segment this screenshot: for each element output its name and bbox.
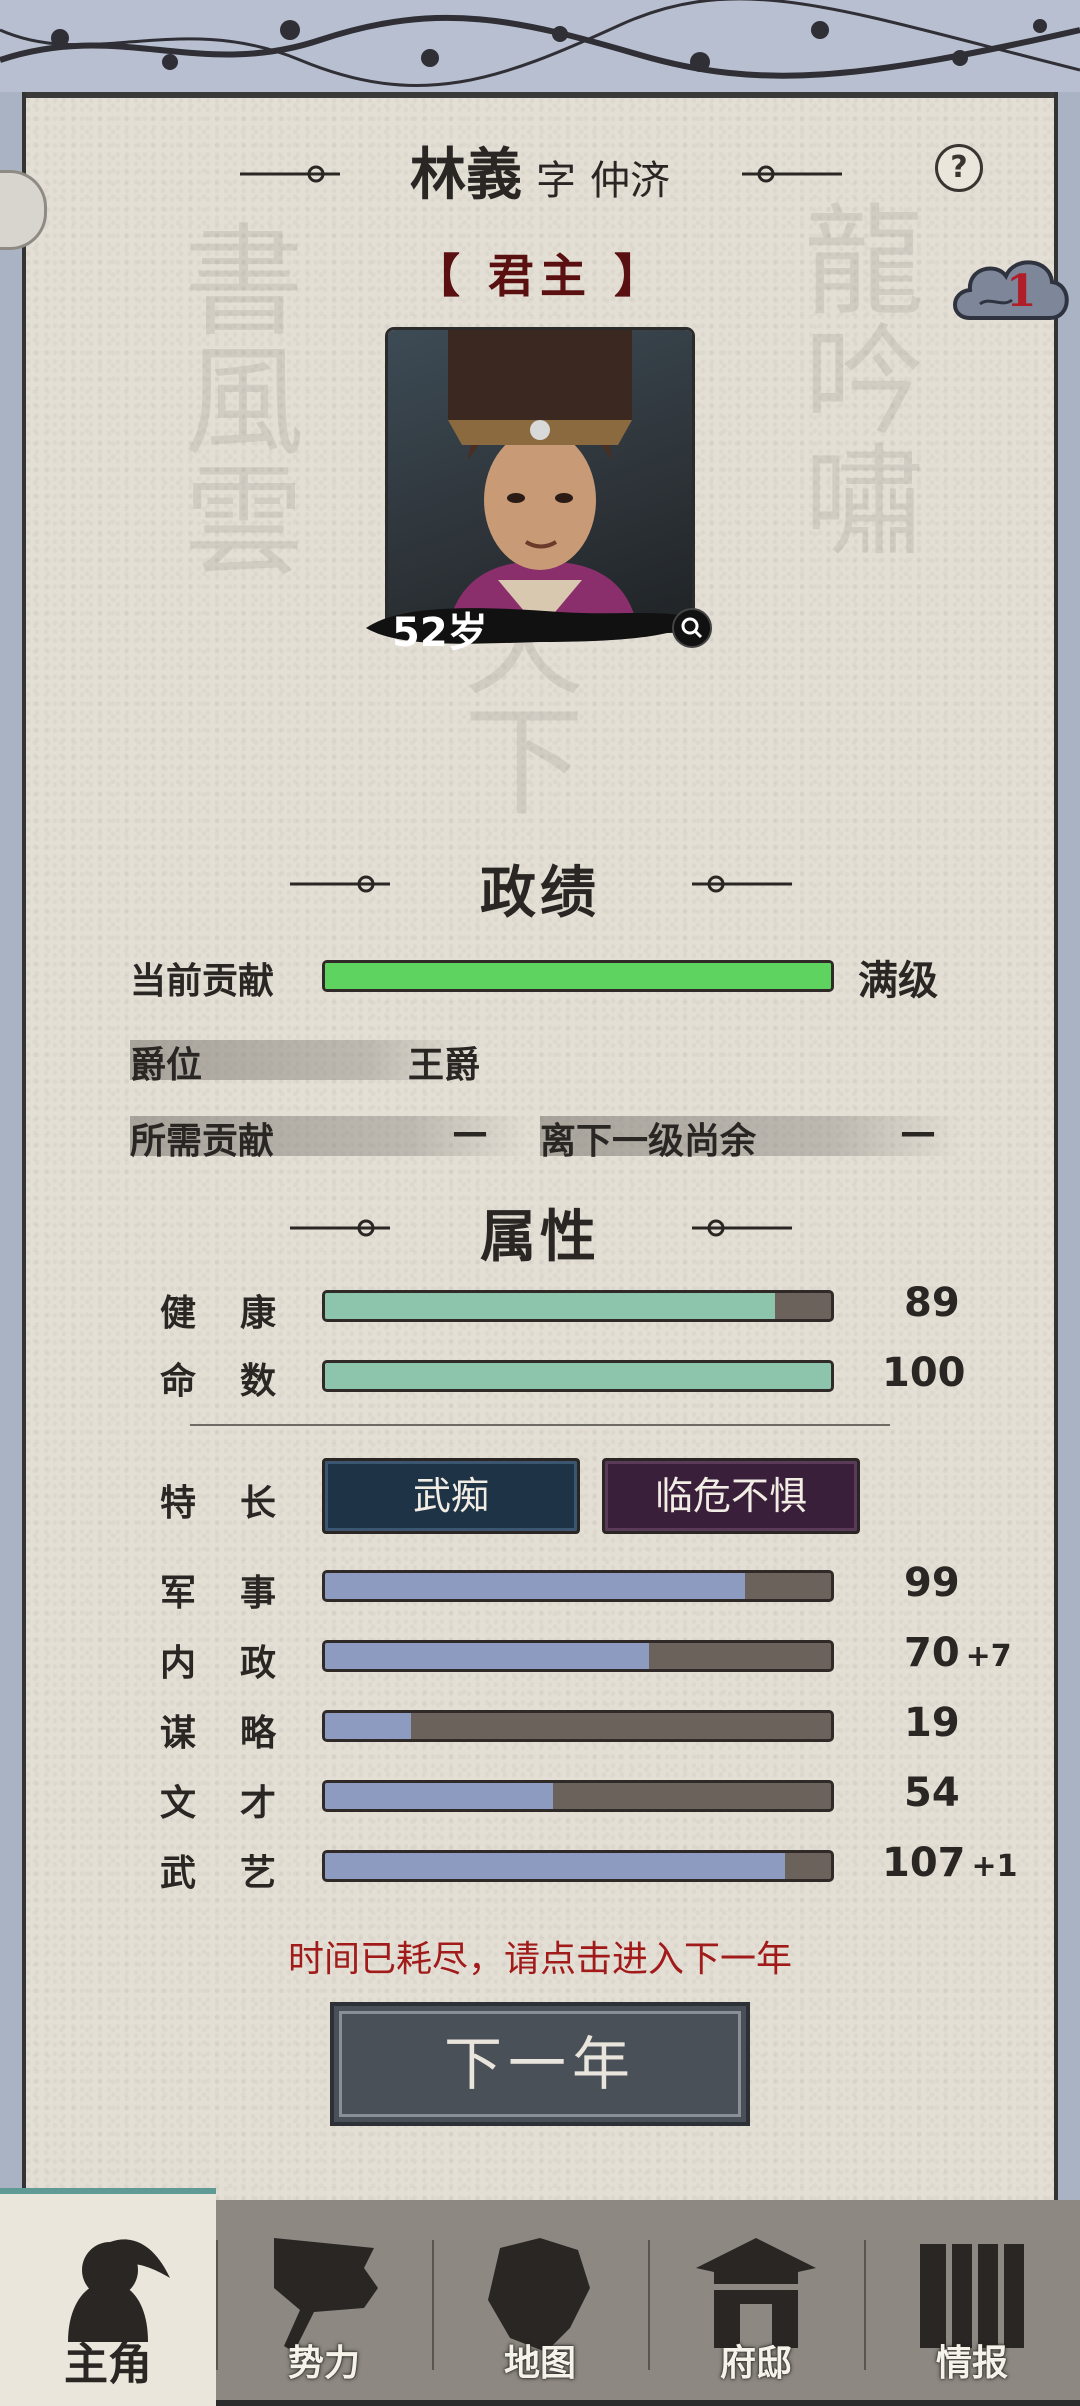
health-bar-fill: [325, 1293, 776, 1319]
trait-button-weapon-fanatic[interactable]: 武痴: [322, 1458, 580, 1534]
achievements-title: 政绩: [480, 861, 600, 926]
help-button[interactable]: ?: [935, 144, 983, 192]
stat-value-martial: 107 +1: [882, 1840, 1018, 1886]
stat-label-military: 军事: [160, 1573, 321, 1614]
zoom-portrait-button[interactable]: [672, 608, 712, 648]
stat-bar-strategy: [322, 1710, 834, 1742]
nav-label: 势力: [287, 2343, 360, 2384]
nav-tab-protagonist[interactable]: 主角: [0, 2188, 216, 2406]
stat-bonus: +7: [965, 1639, 1012, 1674]
health-bar: [322, 1290, 834, 1322]
fate-label: 命数: [160, 1361, 321, 1402]
stat-value-military: 99: [904, 1560, 966, 1606]
contribution-label: 当前贡献: [130, 961, 275, 1002]
fate-bar: [322, 1360, 834, 1392]
nav-label: 地图: [503, 2343, 576, 2384]
stat-value: 54: [904, 1770, 960, 1816]
stat-label-strategy: 谋略: [160, 1713, 321, 1754]
portrait-illustration: [448, 330, 638, 630]
stat-value: 99: [904, 1560, 960, 1606]
right-frame: [1054, 92, 1080, 2212]
remaining-label: 离下一级尚余: [540, 1121, 757, 1162]
stat-value-administration: 70 +7: [904, 1630, 1012, 1676]
nav-tab-mansion[interactable]: 府邸: [648, 2200, 864, 2400]
specialty-label: 特长: [160, 1483, 321, 1524]
nav-label: 情报: [935, 2343, 1008, 2384]
nav-tab-intel[interactable]: 情报: [864, 2200, 1080, 2400]
rank-label: 爵位: [130, 1045, 203, 1086]
stat-bar-fill: [325, 1573, 745, 1599]
stat-bar-fill: [325, 1713, 412, 1739]
fate-bar-fill: [325, 1363, 831, 1389]
rank-value: 王爵: [408, 1045, 481, 1086]
contribution-bar: [322, 960, 834, 992]
stat-label-administration: 内政: [160, 1643, 321, 1684]
stat-bar-martial: [322, 1850, 834, 1882]
stat-bonus: +1: [971, 1849, 1018, 1884]
top-border: [0, 0, 1080, 98]
bottom-navigation: 主角 势力 地图 府邸 情报: [0, 2188, 1080, 2406]
remaining-value: —: [900, 1112, 936, 1153]
stat-bar-fill: [325, 1783, 553, 1809]
title-tag: 【 君主 】: [413, 249, 667, 303]
required-contribution-label: 所需贡献: [130, 1121, 275, 1162]
magnifier-icon: [681, 617, 703, 639]
stat-value: 107: [882, 1840, 966, 1886]
contribution-status: 满级: [858, 958, 938, 1004]
stat-bar-military: [322, 1570, 834, 1602]
character-name-heading: 林義字仲济: [0, 130, 1080, 211]
attributes-title: 属性: [480, 1205, 600, 1270]
stat-value: 70: [904, 1630, 960, 1676]
floral-pattern-decoration: [0, 0, 1080, 87]
stat-label-martial: 武艺: [160, 1853, 321, 1894]
stat-bar-fill: [325, 1643, 649, 1669]
character-portrait[interactable]: [388, 330, 692, 630]
nav-tab-faction[interactable]: 势力: [216, 2200, 432, 2400]
required-contribution-value: —: [452, 1112, 488, 1153]
stat-label-literary: 文才: [160, 1783, 321, 1824]
trait-button-fearless[interactable]: 临危不惧: [602, 1458, 860, 1534]
stat-value-literary: 54: [904, 1770, 966, 1816]
nav-label: 主角: [64, 2339, 152, 2390]
health-value: 89: [904, 1280, 960, 1326]
fate-value: 100: [882, 1350, 966, 1396]
stat-bar-literary: [322, 1780, 834, 1812]
stat-value-strategy: 19: [904, 1700, 966, 1746]
next-year-button[interactable]: 下一年: [330, 2002, 750, 2126]
nav-tab-map[interactable]: 地图: [432, 2200, 648, 2400]
section-divider: [190, 1424, 890, 1426]
courtesy-prefix: 字: [536, 158, 576, 204]
stat-value: 19: [904, 1700, 960, 1746]
time-exhausted-notice: 时间已耗尽，请点击进入下一年: [287, 1939, 792, 1980]
contribution-bar-fill: [325, 963, 831, 989]
age-label: 52岁: [392, 610, 488, 656]
character-name: 林義: [410, 143, 522, 208]
health-label: 健康: [160, 1293, 321, 1334]
courtesy-name: 仲济: [590, 158, 670, 204]
stat-bar-fill: [325, 1853, 786, 1879]
left-frame: [0, 92, 26, 2212]
stat-bar-administration: [322, 1640, 834, 1672]
nav-label: 府邸: [719, 2343, 792, 2384]
